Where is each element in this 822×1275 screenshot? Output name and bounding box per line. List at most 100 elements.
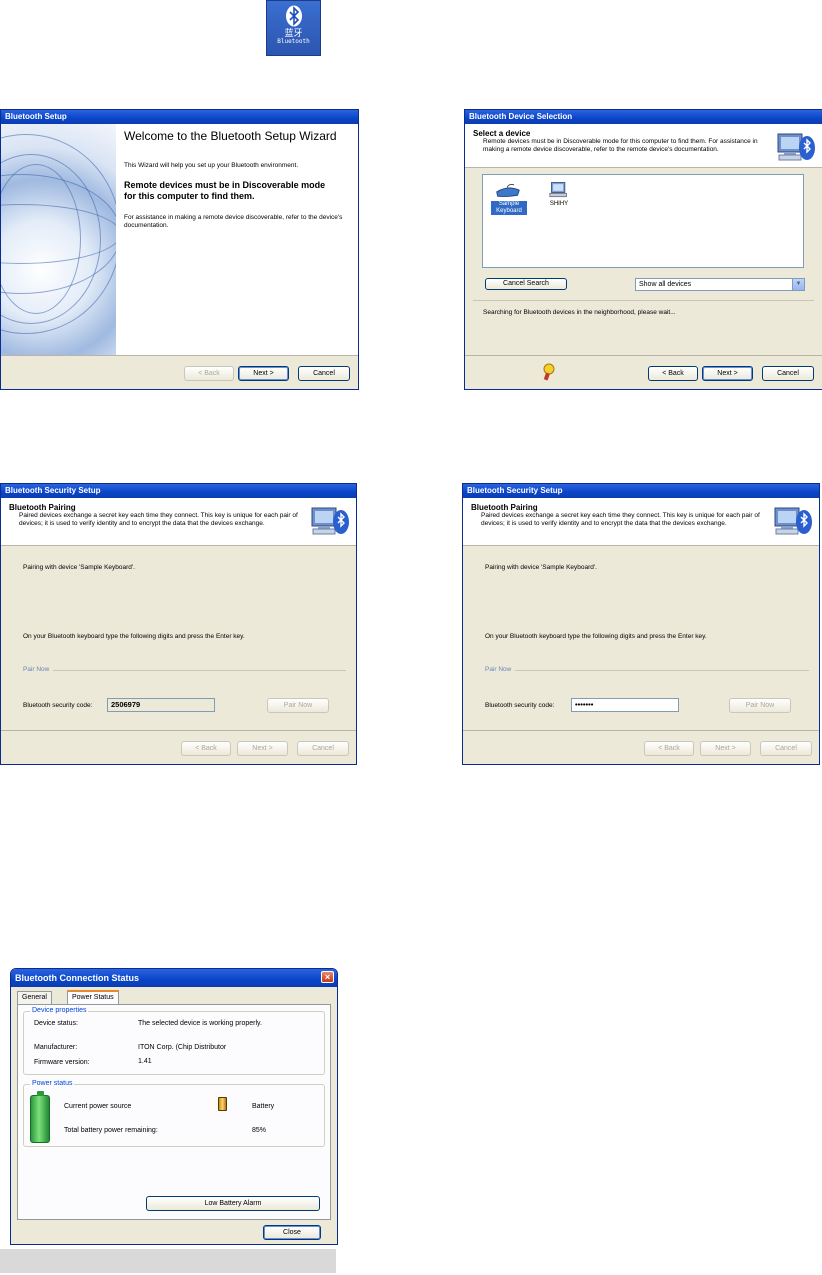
cancel-button[interactable]: Cancel [297, 741, 349, 756]
header-panel: Select a device Remote devices must be i… [465, 124, 822, 168]
welcome-heading: Welcome to the Bluetooth Setup Wizard [124, 129, 337, 143]
welcome-panel: Welcome to the Bluetooth Setup Wizard Th… [116, 124, 358, 367]
pair-now-link[interactable]: Pair Now [485, 666, 511, 674]
wizard-footer: < Back Next > Cancel [1, 355, 358, 389]
firmware-value: 1.41 [138, 1058, 152, 1065]
group-title: Power status [30, 1080, 75, 1088]
next-button[interactable]: Next > [702, 366, 753, 381]
cancel-button[interactable]: Cancel [298, 366, 350, 381]
battery-icon [218, 1097, 227, 1111]
close-button[interactable]: Close [263, 1225, 321, 1240]
security-code-field[interactable]: 2506979 [107, 698, 215, 712]
bluetooth-icon [285, 5, 302, 27]
pairing-text: Pairing with device 'Sample Keyboard'. [485, 564, 597, 571]
tab-general[interactable]: General [17, 991, 52, 1004]
window-title-text: Bluetooth Connection Status [15, 973, 139, 983]
cancel-button[interactable]: Cancel [760, 741, 812, 756]
battery-level-icon [30, 1091, 50, 1143]
device-selection-window: Bluetooth Device Selection Select a devi… [464, 109, 822, 390]
device-status-value: The selected device is working properly. [138, 1020, 262, 1027]
header-title: Bluetooth Pairing [9, 503, 76, 512]
header-panel: Bluetooth Pairing Paired devices exchang… [463, 498, 819, 546]
device-list[interactable]: Sample Keyboard SHIHY [482, 174, 804, 268]
window-title: Bluetooth Device Selection [465, 110, 822, 124]
cancel-search-button[interactable]: Cancel Search [485, 278, 567, 290]
window-title: Bluetooth Security Setup [463, 484, 819, 498]
firmware-label: Firmware version: [34, 1059, 90, 1066]
header-description: Remote devices must be in Discoverable m… [483, 138, 758, 153]
device-filter-select[interactable]: Show all devices ▼ [635, 278, 805, 291]
connection-status-window: Bluetooth Connection Status × General Po… [10, 968, 338, 1245]
window-title: Bluetooth Connection Status × [11, 969, 337, 987]
power-status-group: Power status Current power source Batter… [23, 1080, 325, 1147]
shortcut-label: Bluetooth [277, 38, 310, 45]
back-button[interactable]: < Back [644, 741, 694, 756]
header-title: Bluetooth Pairing [471, 503, 538, 512]
next-button[interactable]: Next > [700, 741, 751, 756]
security-code-label: Bluetooth security code: [23, 702, 93, 709]
device-status-label: Device status: [34, 1020, 78, 1027]
device-name: Sample Keyboard [491, 201, 527, 215]
pair-now-button[interactable]: Pair Now [267, 698, 329, 713]
divider [473, 300, 814, 301]
power-status-panel: Device properties Device status: The sel… [17, 1004, 331, 1220]
pair-now-button[interactable]: Pair Now [729, 698, 791, 713]
discoverable-note: Remote devices must be in Discoverable m… [124, 180, 326, 201]
welcome-intro: This Wizard will help you set up your Bl… [124, 162, 299, 169]
computer-icon [549, 182, 567, 198]
back-button[interactable]: < Back [181, 741, 231, 756]
computer-bluetooth-icon [774, 507, 812, 535]
next-button[interactable]: Next > [238, 366, 289, 381]
header-description: Paired devices exchange a secret key eac… [19, 512, 298, 527]
wizard-footer: < Back Next > Cancel [1, 730, 356, 764]
device-properties-group: Device properties Device status: The sel… [23, 1007, 325, 1075]
assist-text: For assistance in making a remote device… [124, 214, 343, 229]
divider [53, 670, 346, 671]
window-title: Bluetooth Setup [1, 110, 358, 124]
power-source-label: Current power source [64, 1103, 132, 1110]
wizard-footer: < Back Next > Cancel [465, 355, 822, 389]
footer-shade-bar [0, 1249, 336, 1273]
battery-remaining-label: Total battery power remaining: [64, 1127, 158, 1134]
security-setup-window: Bluetooth Security Setup Bluetooth Pairi… [0, 483, 357, 765]
instruction-text: On your Bluetooth keyboard type the foll… [23, 633, 245, 640]
computer-bluetooth-icon [311, 507, 349, 535]
manufacturer-value: ITON Corp. (Chip Distributor [138, 1044, 227, 1051]
security-code-field[interactable]: ••••••• [571, 698, 679, 712]
keyboard-icon [496, 184, 520, 197]
globe-illustration [1, 124, 116, 367]
battery-remaining-value: 85% [252, 1127, 267, 1134]
tab-power-status[interactable]: Power Status [67, 990, 119, 1004]
computer-bluetooth-icon [777, 133, 815, 161]
search-status-text: Searching for Bluetooth devices in the n… [483, 309, 676, 316]
bluetooth-desktop-shortcut[interactable]: 蓝牙 Bluetooth [266, 0, 321, 56]
manufacturer-label: Manufacturer: [34, 1044, 78, 1051]
low-battery-alarm-button[interactable]: Low Battery Alarm [146, 1196, 320, 1211]
filter-value: Show all devices [639, 281, 692, 288]
setup-wizard-window: Bluetooth Setup Welcome to the Bluetooth… [0, 109, 359, 390]
security-code-label: Bluetooth security code: [485, 702, 555, 709]
device-name: SHIHY [549, 201, 569, 207]
cancel-button[interactable]: Cancel [762, 366, 814, 381]
instruction-text: On your Bluetooth keyboard type the foll… [485, 633, 707, 640]
search-probe-icon [543, 363, 555, 381]
list-item[interactable]: SHIHY [541, 181, 577, 223]
header-description: Paired devices exchange a secret key eac… [481, 512, 760, 527]
back-button[interactable]: < Back [184, 366, 234, 381]
divider [515, 670, 809, 671]
back-button[interactable]: < Back [648, 366, 698, 381]
wizard-footer: < Back Next > Cancel [463, 730, 819, 764]
next-button[interactable]: Next > [237, 741, 288, 756]
list-item[interactable]: Sample Keyboard [491, 181, 527, 223]
pairing-text: Pairing with device 'Sample Keyboard'. [23, 564, 135, 571]
power-source-value: Battery [252, 1103, 275, 1110]
shortcut-chinese-label: 蓝牙 [284, 28, 303, 38]
group-title: Device properties [30, 1007, 89, 1015]
chevron-down-icon: ▼ [792, 279, 804, 290]
security-setup-window: Bluetooth Security Setup Bluetooth Pairi… [462, 483, 820, 765]
pair-now-link[interactable]: Pair Now [23, 666, 49, 674]
header-title: Select a device [473, 129, 531, 138]
close-icon[interactable]: × [321, 971, 334, 983]
window-title: Bluetooth Security Setup [1, 484, 356, 498]
header-panel: Bluetooth Pairing Paired devices exchang… [1, 498, 356, 546]
